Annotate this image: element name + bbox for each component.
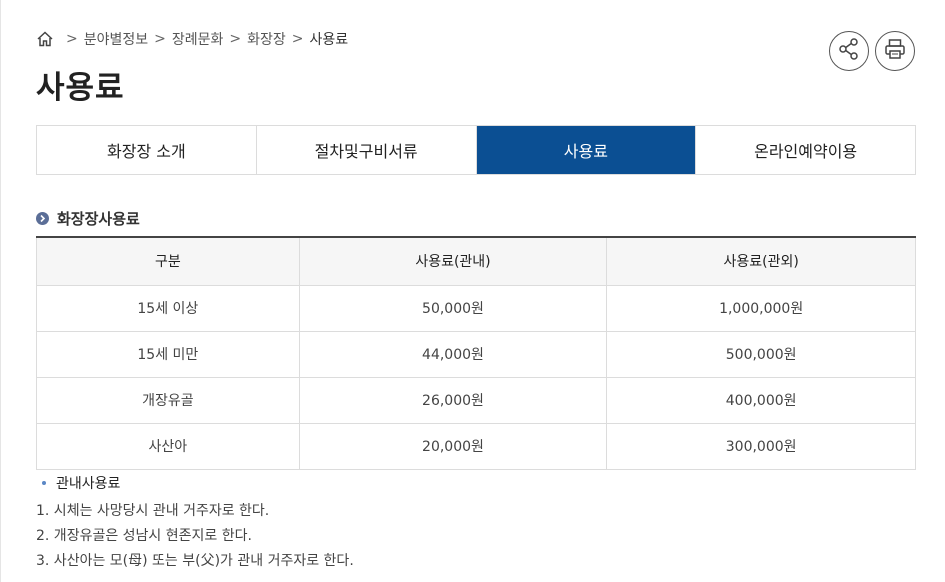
breadcrumb-separator: > bbox=[291, 31, 304, 47]
fee-table: 구분 사용료(관내) 사용료(관외) 15세 이상 50,000원 1,000,… bbox=[36, 236, 916, 470]
share-button[interactable] bbox=[829, 31, 869, 71]
cell-fee-nonresident: 1,000,000원 bbox=[606, 284, 916, 332]
cell-category: 15세 이상 bbox=[36, 284, 300, 332]
cell-category: 개장유골 bbox=[36, 376, 300, 424]
table-row: 개장유골 26,000원 400,000원 bbox=[36, 376, 916, 424]
chevron-right-icon bbox=[36, 212, 49, 225]
list-item: 2. 개장유골은 성남시 현존지로 한다. bbox=[36, 528, 252, 544]
breadcrumb: > 분야별정보 > 장례문화 > 화장장 > 사용료 bbox=[36, 29, 348, 49]
left-border bbox=[0, 0, 1, 582]
cell-fee-nonresident: 400,000원 bbox=[606, 376, 916, 424]
tab-bar: 화장장 소개 절차및구비서류 사용료 온라인예약이용 bbox=[36, 125, 916, 175]
notes-title-label: 관내사용료 bbox=[56, 476, 121, 492]
breadcrumb-separator: > bbox=[154, 31, 166, 47]
notes-title: 관내사용료 bbox=[42, 473, 354, 493]
breadcrumb-item-field-info[interactable]: 분야별정보 bbox=[84, 29, 148, 49]
list-item: 1. 시체는 사망당시 관내 거주자로 한다. bbox=[36, 503, 270, 519]
share-icon bbox=[837, 37, 861, 65]
bullet-icon bbox=[42, 481, 46, 485]
print-icon bbox=[883, 37, 907, 65]
cell-category: 사산아 bbox=[36, 422, 300, 470]
notes-section: 관내사용료 1. 시체는 사망당시 관내 거주자로 한다. 2. 개장유골은 성… bbox=[36, 473, 354, 574]
section-title: 화장장사용료 bbox=[36, 208, 140, 229]
cell-fee-resident: 20,000원 bbox=[298, 422, 608, 470]
tab-fees[interactable]: 사용료 bbox=[475, 126, 696, 174]
print-button[interactable] bbox=[875, 31, 915, 71]
tab-procedure-documents[interactable]: 절차및구비서류 bbox=[255, 126, 476, 174]
tab-online-reservation[interactable]: 온라인예약이용 bbox=[695, 126, 915, 174]
page-title: 사용료 bbox=[36, 70, 125, 106]
cell-fee-resident: 44,000원 bbox=[298, 330, 608, 378]
cell-category: 15세 미만 bbox=[36, 330, 300, 378]
breadcrumb-separator: > bbox=[229, 31, 242, 47]
cell-fee-resident: 26,000원 bbox=[298, 376, 608, 424]
cell-fee-nonresident: 300,000원 bbox=[606, 422, 916, 470]
header-category: 구분 bbox=[36, 236, 300, 286]
header-fee-resident: 사용료(관내) bbox=[298, 236, 608, 286]
breadcrumb-separator: > bbox=[66, 31, 78, 47]
cell-fee-nonresident: 500,000원 bbox=[606, 330, 916, 378]
breadcrumb-item-crematorium[interactable]: 화장장 bbox=[247, 29, 286, 49]
section-title-label: 화장장사용료 bbox=[57, 210, 140, 228]
header-fee-nonresident: 사용료(관외) bbox=[606, 236, 916, 286]
table-header-row: 구분 사용료(관내) 사용료(관외) bbox=[36, 236, 916, 286]
table-row: 15세 미만 44,000원 500,000원 bbox=[36, 330, 916, 378]
list-item: 3. 사산아는 모(母) 또는 부(父)가 관내 거주자로 한다. bbox=[36, 553, 354, 569]
breadcrumb-item-fees: 사용료 bbox=[309, 32, 349, 48]
table-row: 사산아 20,000원 300,000원 bbox=[36, 422, 916, 470]
table-row: 15세 이상 50,000원 1,000,000원 bbox=[36, 284, 916, 332]
breadcrumb-item-funeral-culture[interactable]: 장례문화 bbox=[172, 29, 224, 49]
cell-fee-resident: 50,000원 bbox=[298, 284, 608, 332]
tab-crematorium-intro[interactable]: 화장장 소개 bbox=[37, 126, 256, 174]
home-icon[interactable] bbox=[36, 30, 54, 48]
notes-list: 1. 시체는 사망당시 관내 거주자로 한다. 2. 개장유골은 성남시 현존지… bbox=[36, 499, 354, 574]
